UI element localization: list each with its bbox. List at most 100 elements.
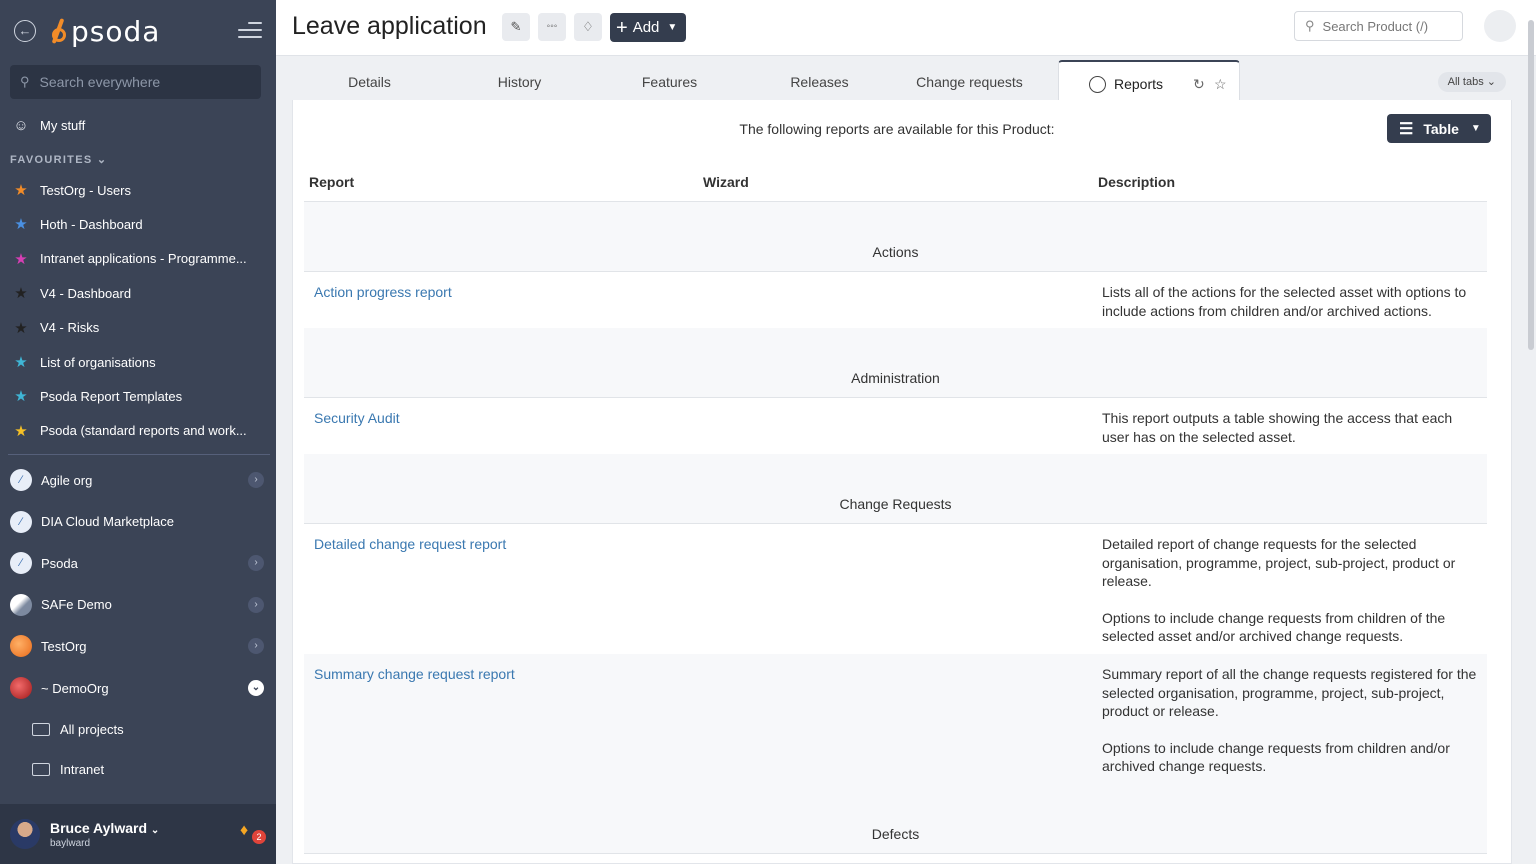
report-description: Detailed report of change requests for t… <box>1102 535 1482 646</box>
organisation-item[interactable]: ∕ DIA Cloud Marketplace <box>0 504 276 540</box>
favourite-label: V4 - Risks <box>40 320 100 336</box>
sidebar-divider <box>8 454 270 455</box>
page-scrollbar[interactable] <box>1528 20 1534 350</box>
tab-releases[interactable]: Releases <box>747 60 892 100</box>
chevron-right-icon[interactable]: › <box>248 596 264 613</box>
table-row: Summary change request report Summary rep… <box>304 654 1487 784</box>
briefcase-icon <box>32 722 50 736</box>
tab-reports[interactable]: Reports ↻ ☆ <box>1058 60 1240 100</box>
report-link[interactable]: Security Audit <box>314 410 400 426</box>
tab-history[interactable]: History <box>447 60 592 100</box>
tab-history-label: History <box>497 74 542 90</box>
tab-change-requests[interactable]: Change requests <box>892 60 1047 100</box>
report-group-title: Defects <box>871 826 920 842</box>
favourite-label: V4 - Dashboard <box>40 285 132 301</box>
chevron-right-icon[interactable]: › <box>248 555 264 572</box>
page-title: Leave application <box>292 12 487 40</box>
view-mode-dropdown[interactable]: ☰ Table ▼ <box>1387 114 1491 143</box>
organisation-icon: ∕ <box>10 469 32 491</box>
column-header-report[interactable]: Report <box>309 174 354 190</box>
favourites-heading[interactable]: FAVOURITES ⌄ <box>10 153 107 166</box>
user-icon: ☺ <box>13 116 29 134</box>
organisation-item[interactable]: TestOrg › <box>0 628 276 664</box>
star-icon: ★ <box>14 354 28 371</box>
report-link[interactable]: Action progress report <box>314 284 452 300</box>
report-group-row: Defects <box>304 784 1487 854</box>
header-avatar[interactable] <box>1484 10 1516 42</box>
product-search-input[interactable] <box>1322 18 1453 34</box>
table-row: Security Audit This report outputs a tabl… <box>304 398 1487 454</box>
collapse-menu-icon[interactable] <box>238 22 262 40</box>
psoda-logo[interactable]: psoda <box>50 14 160 48</box>
tab-details-label: Details <box>348 74 391 90</box>
favourite-item[interactable]: ★ Intranet applications - Programme... <box>0 244 276 274</box>
tab-reports-label: Reports <box>1114 76 1164 92</box>
report-link[interactable]: Summary change request report <box>314 666 515 682</box>
back-arrow-icon[interactable]: ← <box>14 20 36 42</box>
notifications-bell-icon[interactable]: ♦ 2 <box>240 822 266 844</box>
my-stuff-label: My stuff <box>40 117 86 133</box>
user-profile[interactable]: Bruce Aylward ⌄ baylward ♦ 2 <box>0 804 276 864</box>
all-tabs-dropdown[interactable]: All tabs ⌄ <box>1437 72 1506 92</box>
tab-bar: Details History Features Releases Change… <box>292 60 1512 100</box>
chevron-right-icon[interactable]: › <box>248 638 264 655</box>
organisation-icon <box>10 593 32 616</box>
organisation-label: DIA Cloud Marketplace <box>41 514 174 530</box>
notification-count-badge: 2 <box>252 830 266 844</box>
tab-details[interactable]: Details <box>292 60 447 100</box>
organisation-item[interactable]: ~ DemoOrg ⌄ <box>0 670 276 706</box>
organisation-item[interactable]: SAFe Demo › <box>0 587 276 623</box>
column-header-wizard[interactable]: Wizard <box>703 174 749 190</box>
organisation-item[interactable]: ∕ Psoda › <box>0 545 276 581</box>
all-tabs-label: All tabs <box>1447 76 1484 88</box>
pie-chart-icon <box>1089 76 1106 93</box>
page-header: Leave application ✎ ◦◦◦ ♢ + Add ▼ ⚲ <box>276 0 1536 350</box>
project-item[interactable]: All projects <box>0 714 276 744</box>
chevron-down-icon: ▼ <box>1470 123 1481 134</box>
chevron-right-icon[interactable]: › <box>248 472 264 488</box>
global-search: ⚲ <box>10 65 261 99</box>
tab-change-requests-label: Change requests <box>916 74 1023 90</box>
sidebar-header: ← psoda <box>0 0 276 62</box>
organisation-item[interactable]: ∕ Agile org › <box>0 462 276 498</box>
edit-pencil-icon[interactable]: ✎ <box>502 13 530 41</box>
organisation-icon: ∕ <box>10 552 32 575</box>
favourite-label: Psoda (standard reports and work... <box>40 423 247 439</box>
favourite-item[interactable]: ★ V4 - Dashboard <box>0 278 276 308</box>
favourite-item[interactable]: ★ TestOrg - Users <box>0 175 276 205</box>
report-description-paragraph: Detailed report of change requests for t… <box>1102 536 1456 589</box>
report-link[interactable]: Detailed change request report <box>314 536 506 552</box>
organisation-label: TestOrg <box>41 638 87 654</box>
star-icon: ★ <box>14 250 28 268</box>
view-mode-label: Table <box>1423 120 1459 137</box>
chevron-down-icon: ⌄ <box>150 824 160 836</box>
reports-panel: The following reports are available for … <box>292 100 1512 864</box>
column-header-description[interactable]: Description <box>1098 174 1175 190</box>
more-options-icon[interactable]: ◦◦◦ <box>538 13 566 41</box>
project-item[interactable]: Intranet <box>0 754 276 784</box>
reports-intro: The following reports are available for … <box>739 121 1055 137</box>
report-group-row: Change Requests <box>304 454 1487 524</box>
star-icon: ★ <box>14 285 28 303</box>
favourite-item[interactable]: ★ List of organisations <box>0 347 276 377</box>
favourite-item[interactable]: ★ Psoda (standard reports and work... <box>0 416 276 446</box>
favourite-label: Psoda Report Templates <box>40 388 183 404</box>
chevron-down-icon[interactable]: ⌄ <box>248 680 264 696</box>
favourite-item[interactable]: ★ Psoda Report Templates <box>0 381 276 411</box>
add-button[interactable]: + Add ▼ <box>610 13 686 42</box>
tab-features[interactable]: Features <box>592 60 747 100</box>
logo-mark <box>50 16 68 46</box>
search-everywhere-input[interactable] <box>39 74 240 90</box>
organisation-label: Psoda <box>41 555 78 571</box>
tag-icon[interactable]: ♢ <box>574 13 602 41</box>
sidebar: ← psoda ⚲ ☺ My stuff FAVOURITES ⌄ ★ TestO… <box>0 0 276 864</box>
report-description-paragraph: This report outputs a table showing the … <box>1102 410 1453 445</box>
favourite-item[interactable]: ★ V4 - Risks <box>0 313 276 343</box>
report-group-title: Actions <box>872 244 919 260</box>
favourite-label: List of organisations <box>40 354 156 370</box>
organisation-label: Agile org <box>41 472 93 488</box>
favourite-item[interactable]: ★ Hoth - Dashboard <box>0 209 276 239</box>
list-icon: ☰ <box>1399 120 1414 138</box>
organisation-label: SAFe Demo <box>41 597 112 613</box>
my-stuff-link[interactable]: ☺ My stuff <box>0 110 276 140</box>
